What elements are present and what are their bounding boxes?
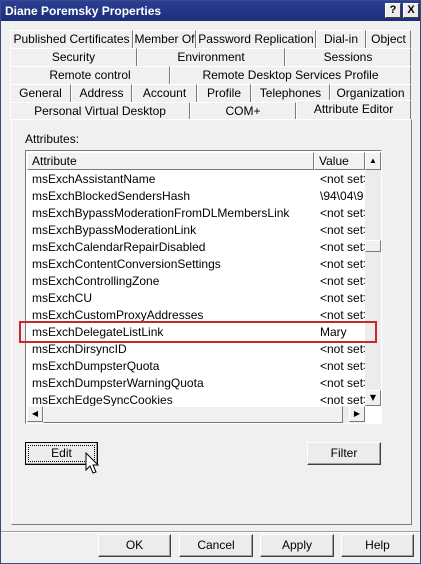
help-icon[interactable]: ?	[385, 3, 401, 18]
scroll-down-icon[interactable]: ▼	[365, 390, 381, 406]
help-button[interactable]: Help	[341, 534, 414, 557]
apply-button[interactable]: Apply	[260, 534, 334, 557]
table-row[interactable]: msExchEdgeSyncCookies <not set>	[27, 392, 365, 406]
tab-object[interactable]: Object	[366, 30, 411, 48]
filter-button[interactable]: Filter	[307, 442, 381, 465]
ok-button[interactable]: OK	[98, 534, 171, 557]
attribute-value: <not set>	[320, 172, 365, 186]
attribute-value: <not set>	[320, 223, 365, 237]
attribute-name: msExchCU	[32, 291, 93, 305]
attribute-value: <not set>	[320, 393, 365, 406]
attribute-value: <not set>	[320, 291, 365, 305]
scroll-up-icon[interactable]: ▲	[365, 152, 381, 170]
attributes-label: Attributes:	[25, 132, 80, 146]
scroll-left-icon[interactable]: ◀	[27, 406, 43, 422]
tab-remote-control[interactable]: Remote control	[10, 66, 170, 84]
window-title: Diane Poremsky Properties	[5, 4, 162, 18]
mouse-pointer-icon	[85, 452, 100, 474]
attribute-name: msExchEdgeSyncCookies	[32, 393, 173, 406]
tab-com-plus[interactable]: COM+	[190, 102, 296, 120]
attribute-name: msExchControllingZone	[32, 274, 160, 288]
table-row[interactable]: msExchCU <not set>	[27, 290, 365, 307]
tab-member-of[interactable]: Member Of	[133, 30, 196, 48]
cancel-button[interactable]: Cancel	[179, 534, 253, 557]
scroll-thumb[interactable]	[365, 240, 381, 252]
table-row[interactable]: msExchBypassModerationFromDLMembersLink …	[27, 205, 365, 222]
attribute-value: <not set>	[320, 376, 365, 390]
tab-account[interactable]: Account	[132, 84, 197, 102]
attribute-value: <not set>	[320, 206, 365, 220]
tab-remote-desktop-services-profile[interactable]: Remote Desktop Services Profile	[170, 66, 411, 84]
tab-published-certificates[interactable]: Published Certificates	[10, 30, 133, 48]
close-icon[interactable]: X	[403, 3, 419, 18]
table-row[interactable]: msExchBypassModerationLink <not set>	[27, 222, 365, 239]
footer-separator	[1, 531, 420, 533]
table-row[interactable]: msExchCalendarRepairDisabled <not set>	[27, 239, 365, 256]
title-bar[interactable]: Diane Poremsky Properties ? X	[1, 1, 420, 21]
tab-password-replication[interactable]: Password Replication	[196, 30, 316, 48]
tab-security[interactable]: Security	[10, 48, 137, 66]
horizontal-scroll-thumb[interactable]	[43, 406, 343, 423]
tab-sessions[interactable]: Sessions	[285, 48, 411, 66]
tab-attribute-editor[interactable]: Attribute Editor	[296, 100, 411, 120]
attribute-name: msExchBlockedSendersHash	[32, 189, 191, 203]
tab-general[interactable]: General	[10, 84, 71, 102]
properties-dialog: Diane Poremsky Properties ? X Published …	[0, 0, 421, 564]
tab-profile[interactable]: Profile	[197, 84, 251, 102]
attributes-list[interactable]: Attribute Value ▲ msExchAssistantName <n…	[25, 150, 382, 424]
tab-address[interactable]: Address	[71, 84, 132, 102]
scroll-right-icon[interactable]: ▶	[349, 406, 365, 422]
tab-dial-in[interactable]: Dial-in	[316, 30, 366, 48]
attribute-name: msExchDumpsterWarningQuota	[32, 376, 204, 390]
attribute-name: msExchDumpsterQuota	[32, 359, 160, 373]
table-row[interactable]: msExchControllingZone <not set>	[27, 273, 365, 290]
table-row[interactable]: msExchDirsyncID <not set>	[27, 341, 365, 358]
table-row[interactable]: msExchAssistantName <not set>	[27, 171, 365, 188]
attribute-value: <not set>	[320, 257, 365, 271]
attribute-name: msExchBypassModerationFromDLMembersLink	[32, 206, 290, 220]
vertical-scrollbar[interactable]: ▼	[365, 170, 381, 406]
table-row[interactable]: msExchContentConversionSettings <not set…	[27, 256, 365, 273]
tab-personal-virtual-desktop[interactable]: Personal Virtual Desktop	[10, 102, 190, 120]
column-header-attribute[interactable]: Attribute	[27, 152, 314, 170]
tab-environment[interactable]: Environment	[137, 48, 285, 66]
attribute-value: <not set>	[320, 359, 365, 373]
attribute-value: <not set>	[320, 342, 365, 356]
highlight-box	[19, 321, 377, 343]
attribute-name: msExchContentConversionSettings	[32, 257, 221, 271]
table-row[interactable]: msExchDumpsterWarningQuota <not set>	[27, 375, 365, 392]
attribute-value: \94\04\9	[320, 189, 364, 203]
table-row[interactable]: msExchBlockedSendersHash \94\04\9	[27, 188, 365, 205]
column-header-value[interactable]: Value	[314, 152, 365, 170]
attribute-value: <not set>	[320, 240, 365, 254]
attribute-value: <not set>	[320, 274, 365, 288]
table-row[interactable]: msExchDumpsterQuota <not set>	[27, 358, 365, 375]
attribute-name: msExchAssistantName	[32, 172, 156, 186]
horizontal-scrollbar[interactable]: ◀ ▶	[27, 406, 365, 423]
attribute-name: msExchBypassModerationLink	[32, 223, 197, 237]
attribute-name: msExchDirsyncID	[32, 342, 127, 356]
attribute-name: msExchCalendarRepairDisabled	[32, 240, 206, 254]
